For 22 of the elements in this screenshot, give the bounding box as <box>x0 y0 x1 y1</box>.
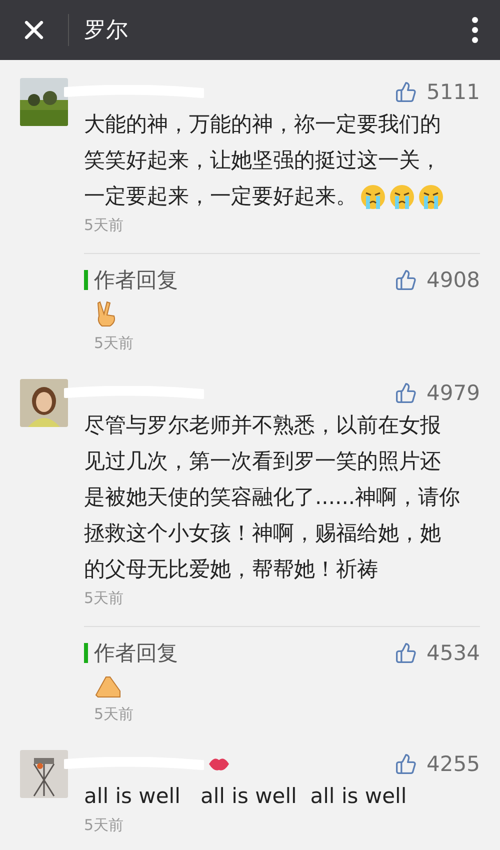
comment-time: 5天前 <box>84 816 124 835</box>
page-title: 罗尔 <box>84 17 129 45</box>
thumbs-up-icon <box>394 81 417 103</box>
author-reply-label: 作者回复 <box>94 640 178 667</box>
like-button[interactable]: 4979 <box>394 381 480 405</box>
comment-text: 尽管与罗尔老师并不熟悉，以前在女报见过几次，第一次看到罗一笑的照片还是被她天使的笑容融化了......神啊，请你拯救这个小女孩！神啊，赐福给她，她的父母无比爱她，帮帮她！祈祷 <box>84 412 461 583</box>
comment-time: 5天前 <box>84 589 124 608</box>
like-button[interactable]: 4255 <box>394 752 480 776</box>
author-reply-label: 作者回复 <box>94 267 178 294</box>
thumbs-up-icon <box>394 269 417 291</box>
more-icon <box>472 17 478 43</box>
like-button[interactable]: 4908 <box>394 268 480 292</box>
thumbs-up-icon <box>394 642 417 664</box>
comment-text: 大能的神，万能的神，祢一定要我们的笑笑好起来，让她坚强的挺过这一关，一定要起来，一定要好起来。 <box>84 106 461 214</box>
comment-text: all is well all is well all is well <box>84 783 408 810</box>
like-button[interactable]: 4534 <box>394 641 480 665</box>
comment-time: 5天前 <box>84 216 124 235</box>
thumbs-up-icon <box>394 382 417 404</box>
reply-time: 5天前 <box>94 705 134 724</box>
like-button[interactable]: 5111 <box>394 80 480 104</box>
thumbs-up-icon <box>394 753 417 775</box>
reply-time: 5天前 <box>94 334 134 353</box>
